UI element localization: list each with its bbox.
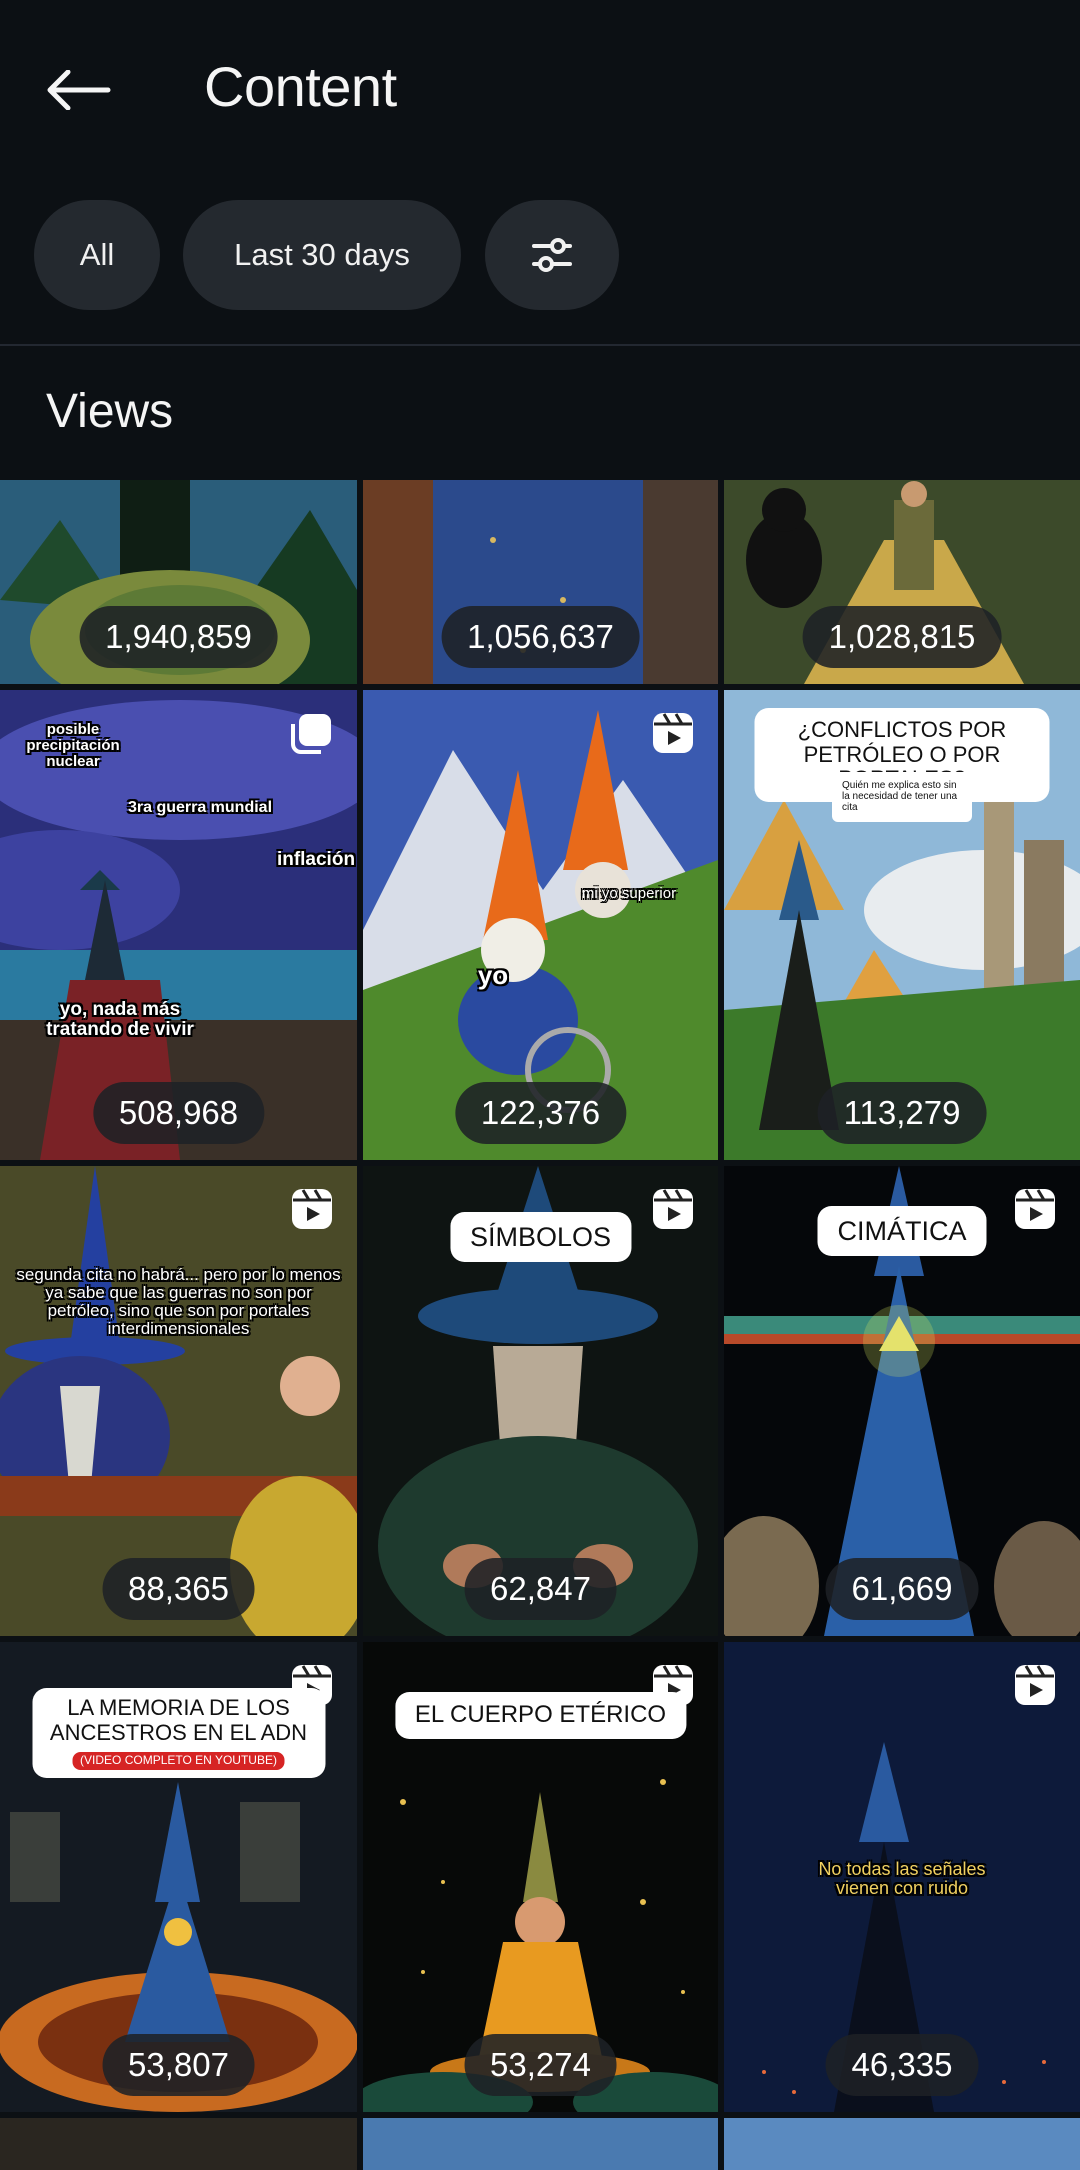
filter-bar: All Last 30 days	[0, 200, 1080, 312]
views-count: 61,669	[825, 1558, 979, 1620]
post-thumbnail[interactable]	[724, 2118, 1080, 2170]
caption-subtext: (VIDEO COMPLETO EN YOUTUBE)	[72, 1752, 285, 1770]
post-thumbnail[interactable]: No todas las señales vienen con ruido 46…	[724, 1642, 1080, 2112]
caption-box: LA MEMORIA DE LOS ANCESTROS EN EL ADN (V…	[32, 1688, 325, 1778]
caption-box: EL CUERPO ETÉRICO	[394, 1692, 687, 1739]
post-thumbnail[interactable]: LA MEMORIA DE LOS ANCESTROS EN EL ADN (V…	[0, 1642, 357, 2112]
comment-card: Quién me explica esto sin la necesidad d…	[832, 772, 972, 822]
views-count: 46,335	[825, 2034, 979, 2096]
carousel-icon	[291, 714, 331, 754]
post-thumbnail[interactable]: posible precipitación nuclear 3ra guerra…	[0, 690, 357, 1160]
post-thumbnail[interactable]: EL CUERPO ETÉRICO 53,274	[363, 1642, 718, 2112]
reels-icon	[1015, 1189, 1055, 1229]
post-thumbnail[interactable]	[363, 2118, 718, 2170]
views-count: 1,056,637	[441, 606, 640, 668]
caption-text: LA MEMORIA DE LOS ANCESTROS EN EL ADN	[49, 1695, 308, 1745]
reels-icon	[653, 1189, 693, 1229]
meme-text: 3ra guerra mundial	[127, 799, 273, 816]
content-grid: 1,940,859 1,056,637 1,028,815 posible pr…	[0, 480, 1080, 2170]
post-thumbnail[interactable]: 1,056,637	[363, 480, 718, 684]
sliders-icon	[532, 238, 572, 272]
meme-text: segunda cita no habrá... pero por lo men…	[16, 1265, 341, 1338]
top-bar: Content	[0, 0, 1080, 180]
views-count: 122,376	[454, 1082, 627, 1144]
views-count: 88,365	[102, 1558, 255, 1620]
reels-icon	[292, 1189, 332, 1229]
post-thumbnail[interactable]: ¿CONFLICTOS POR PETRÓLEO O POR PORTALES?…	[724, 690, 1080, 1160]
views-count: 113,279	[817, 1082, 987, 1144]
post-thumbnail[interactable]: segunda cita no habrá... pero por lo men…	[0, 1166, 357, 1636]
date-range-chip[interactable]: Last 30 days	[183, 200, 461, 310]
views-count: 508,968	[92, 1082, 265, 1144]
back-arrow-icon	[47, 70, 111, 110]
caption-box: CIMÁTICA	[817, 1206, 987, 1257]
filter-settings-button[interactable]	[485, 200, 619, 310]
meme-text: inflación	[276, 849, 356, 870]
section-title: Views	[46, 385, 174, 438]
caption-box: SÍMBOLOS	[449, 1212, 632, 1263]
post-thumbnail[interactable]	[0, 2118, 357, 2170]
post-thumbnail[interactable]: 1,940,859	[0, 480, 357, 684]
back-button[interactable]	[44, 62, 114, 118]
post-thumbnail[interactable]: SÍMBOLOS 62,847	[363, 1166, 718, 1636]
meme-text: yo, nada más tratando de vivir	[46, 999, 194, 1040]
post-thumbnail[interactable]: CIMÁTICA 61,669	[724, 1166, 1080, 1636]
post-thumbnail[interactable]: mi yo superior yo 122,376	[363, 690, 718, 1160]
views-count: 62,847	[464, 1558, 617, 1620]
filter-all-chip[interactable]: All	[34, 200, 160, 310]
views-count: 53,807	[102, 2034, 255, 2096]
views-count: 53,274	[464, 2034, 617, 2096]
meme-text: No todas las señales vienen con ruido	[818, 1859, 986, 1898]
page-title: Content	[204, 55, 397, 118]
reels-icon	[653, 713, 693, 753]
divider	[0, 344, 1080, 346]
views-count: 1,028,815	[802, 606, 1002, 668]
meme-text: yo	[477, 960, 509, 990]
views-count: 1,940,859	[79, 606, 278, 668]
reels-icon	[1015, 1665, 1055, 1705]
meme-text: mi yo superior	[581, 885, 677, 902]
post-thumbnail[interactable]: 1,028,815	[724, 480, 1080, 684]
meme-text: posible precipitación nuclear	[26, 721, 120, 770]
